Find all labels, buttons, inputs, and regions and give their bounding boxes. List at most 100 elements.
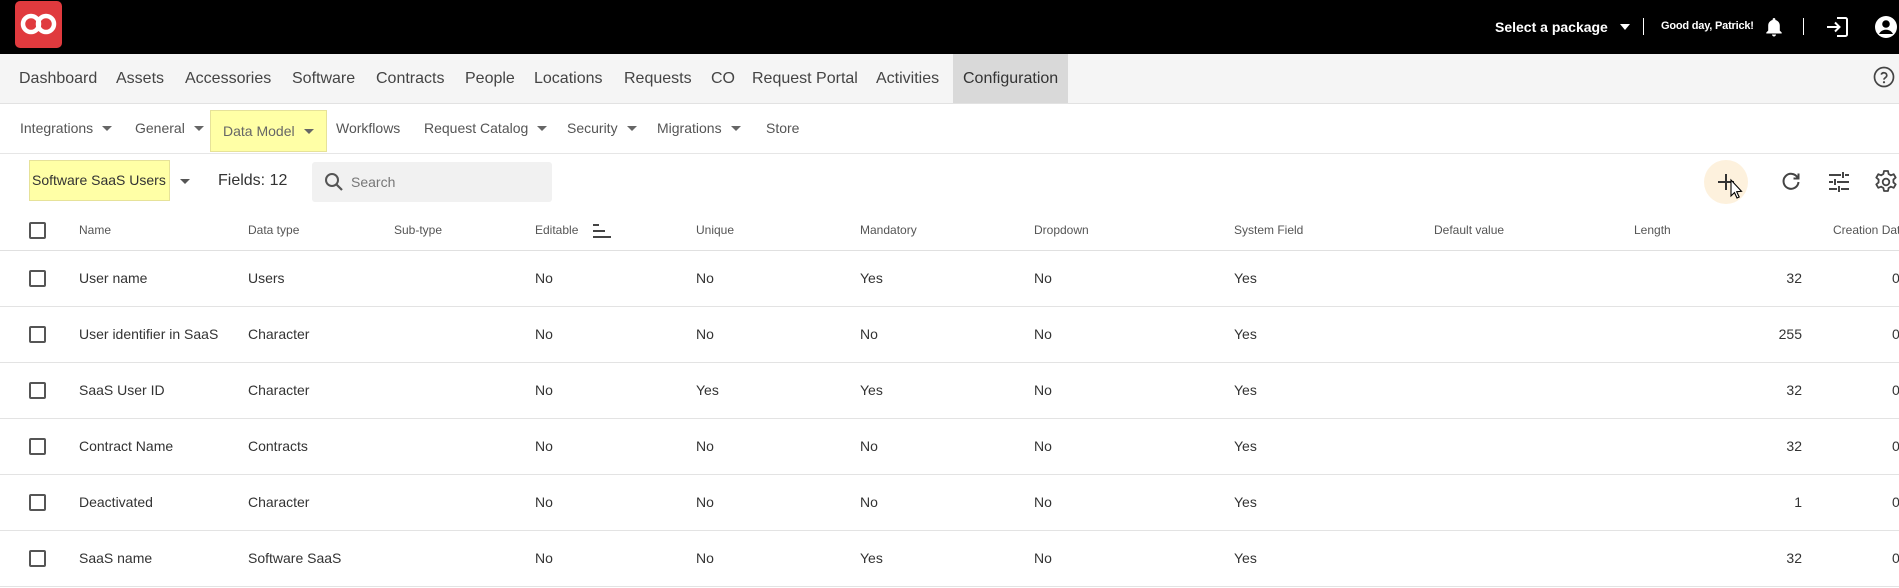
- cell-data-type: Character: [248, 494, 310, 510]
- subnav-item-security[interactable]: Security: [567, 104, 637, 153]
- row-checkbox[interactable]: [29, 494, 46, 511]
- subnav-item-workflows[interactable]: Workflows: [336, 104, 400, 153]
- row-checkbox[interactable]: [29, 270, 46, 287]
- search-input[interactable]: [351, 162, 546, 202]
- cell-name: SaaS User ID: [79, 382, 165, 398]
- caret-down-icon: [1619, 24, 1630, 30]
- subnav-item-label: Security: [567, 120, 618, 136]
- table-header: Name Data type Sub-type Editable Unique …: [0, 211, 1899, 251]
- cell-dropdown: No: [1034, 270, 1052, 286]
- subnav-item-integrations[interactable]: Integrations: [20, 104, 113, 153]
- column-header-system-field[interactable]: System Field: [1234, 223, 1303, 237]
- column-header-length[interactable]: Length: [1634, 223, 1671, 237]
- account-icon[interactable]: [1873, 14, 1899, 40]
- nav-item-locations[interactable]: Locations: [534, 54, 603, 103]
- column-header-dropdown[interactable]: Dropdown: [1034, 223, 1089, 237]
- cell-data-type: Software SaaS: [248, 550, 342, 566]
- caret-down-icon: [193, 126, 204, 131]
- settings-button[interactable]: [1864, 160, 1899, 204]
- nav-item-contracts[interactable]: Contracts: [376, 54, 444, 103]
- subnav-item-migrations[interactable]: Migrations: [657, 104, 741, 153]
- nav-item-dashboard[interactable]: Dashboard: [19, 54, 97, 103]
- cell-length: 32: [1786, 382, 1802, 398]
- table-row[interactable]: Deactivated Character No No No No Yes 1 …: [0, 475, 1899, 531]
- refresh-icon: [1782, 172, 1800, 190]
- infinity-logo-icon[interactable]: [15, 1, 62, 48]
- column-header-creation-date[interactable]: Creation Dat: [1833, 223, 1899, 237]
- cell-data-type: Character: [248, 382, 310, 398]
- cell-dropdown: No: [1034, 382, 1052, 398]
- add-button[interactable]: [1704, 160, 1748, 204]
- subnav-item-label: Data Model: [223, 123, 295, 139]
- select-all-checkbox[interactable]: [29, 222, 46, 239]
- table-row[interactable]: SaaS name Software SaaS No No Yes No Yes…: [0, 531, 1899, 587]
- cell-editable: No: [535, 550, 553, 566]
- row-checkbox[interactable]: [29, 326, 46, 343]
- row-checkbox[interactable]: [29, 382, 46, 399]
- main-navigation: Dashboard Assets Accessories Software Co…: [0, 54, 1899, 104]
- cell-name: SaaS name: [79, 550, 153, 566]
- row-checkbox[interactable]: [29, 550, 46, 567]
- cell-editable: No: [535, 326, 553, 342]
- cell-name: Deactivated: [79, 494, 153, 510]
- caret-down-icon: [537, 126, 548, 131]
- cell-system-field: Yes: [1234, 494, 1257, 510]
- bell-icon[interactable]: [1761, 14, 1787, 40]
- cell-creation-date: 0: [1892, 438, 1899, 454]
- caret-down-icon: [303, 128, 314, 134]
- refresh-button[interactable]: [1769, 160, 1813, 204]
- nav-item-request-portal[interactable]: Request Portal: [752, 54, 858, 103]
- cell-system-field: Yes: [1234, 270, 1257, 286]
- column-header-unique[interactable]: Unique: [696, 223, 734, 237]
- cell-name: User identifier in SaaS: [79, 326, 219, 342]
- nav-item-co[interactable]: CO: [711, 54, 735, 103]
- cell-mandatory: No: [860, 494, 878, 510]
- cell-dropdown: No: [1034, 326, 1052, 342]
- cell-length: 32: [1786, 550, 1802, 566]
- column-header-name[interactable]: Name: [79, 223, 111, 237]
- entity-select[interactable]: Software SaaS Users: [29, 160, 170, 201]
- column-header-mandatory[interactable]: Mandatory: [860, 223, 917, 237]
- caret-down-icon[interactable]: [180, 179, 190, 184]
- nav-item-requests[interactable]: Requests: [624, 54, 692, 103]
- package-select[interactable]: Select a package: [1495, 17, 1630, 37]
- search-box: [312, 162, 552, 202]
- cell-editable: No: [535, 382, 553, 398]
- divider: [1803, 18, 1804, 35]
- nav-item-accessories[interactable]: Accessories: [185, 54, 271, 103]
- cell-dropdown: No: [1034, 550, 1052, 566]
- nav-item-activities[interactable]: Activities: [876, 54, 939, 103]
- table-row[interactable]: User identifier in SaaS Character No No …: [0, 307, 1899, 363]
- cell-length: 32: [1786, 270, 1802, 286]
- cell-name: User name: [79, 270, 148, 286]
- nav-item-software[interactable]: Software: [292, 54, 355, 103]
- subnav-item-data-model[interactable]: Data Model: [210, 110, 327, 152]
- column-header-data-type[interactable]: Data type: [248, 223, 299, 237]
- cell-unique: Yes: [696, 382, 719, 398]
- table-row[interactable]: SaaS User ID Character No Yes Yes No Yes…: [0, 363, 1899, 419]
- logout-icon[interactable]: [1824, 14, 1850, 40]
- cell-data-type: Character: [248, 326, 310, 342]
- subnav-item-request-catalog[interactable]: Request Catalog: [424, 104, 548, 153]
- row-checkbox[interactable]: [29, 438, 46, 455]
- package-select-label: Select a package: [1495, 19, 1608, 35]
- subnav-item-general[interactable]: General: [135, 104, 204, 153]
- table-row[interactable]: Contract Name Contracts No No No No Yes …: [0, 419, 1899, 475]
- divider: [1643, 18, 1644, 35]
- nav-item-people[interactable]: People: [465, 54, 515, 103]
- greeting-text: Good day, Patrick!: [1661, 20, 1754, 32]
- cell-creation-date: 0: [1892, 550, 1899, 566]
- nav-item-assets[interactable]: Assets: [116, 54, 164, 103]
- subnav-item-label: General: [135, 120, 185, 136]
- cell-editable: No: [535, 438, 553, 454]
- sort-icon[interactable]: [592, 224, 612, 238]
- nav-item-configuration[interactable]: Configuration: [953, 54, 1069, 103]
- column-header-default-value[interactable]: Default value: [1434, 223, 1504, 237]
- column-header-sub-type[interactable]: Sub-type: [394, 223, 442, 237]
- cell-dropdown: No: [1034, 438, 1052, 454]
- filter-button[interactable]: [1817, 160, 1861, 204]
- column-header-editable[interactable]: Editable: [535, 223, 578, 237]
- table-row[interactable]: User name Users No No Yes No Yes 32 0: [0, 251, 1899, 307]
- help-circle-icon[interactable]: [1873, 66, 1897, 90]
- subnav-item-store[interactable]: Store: [766, 104, 799, 153]
